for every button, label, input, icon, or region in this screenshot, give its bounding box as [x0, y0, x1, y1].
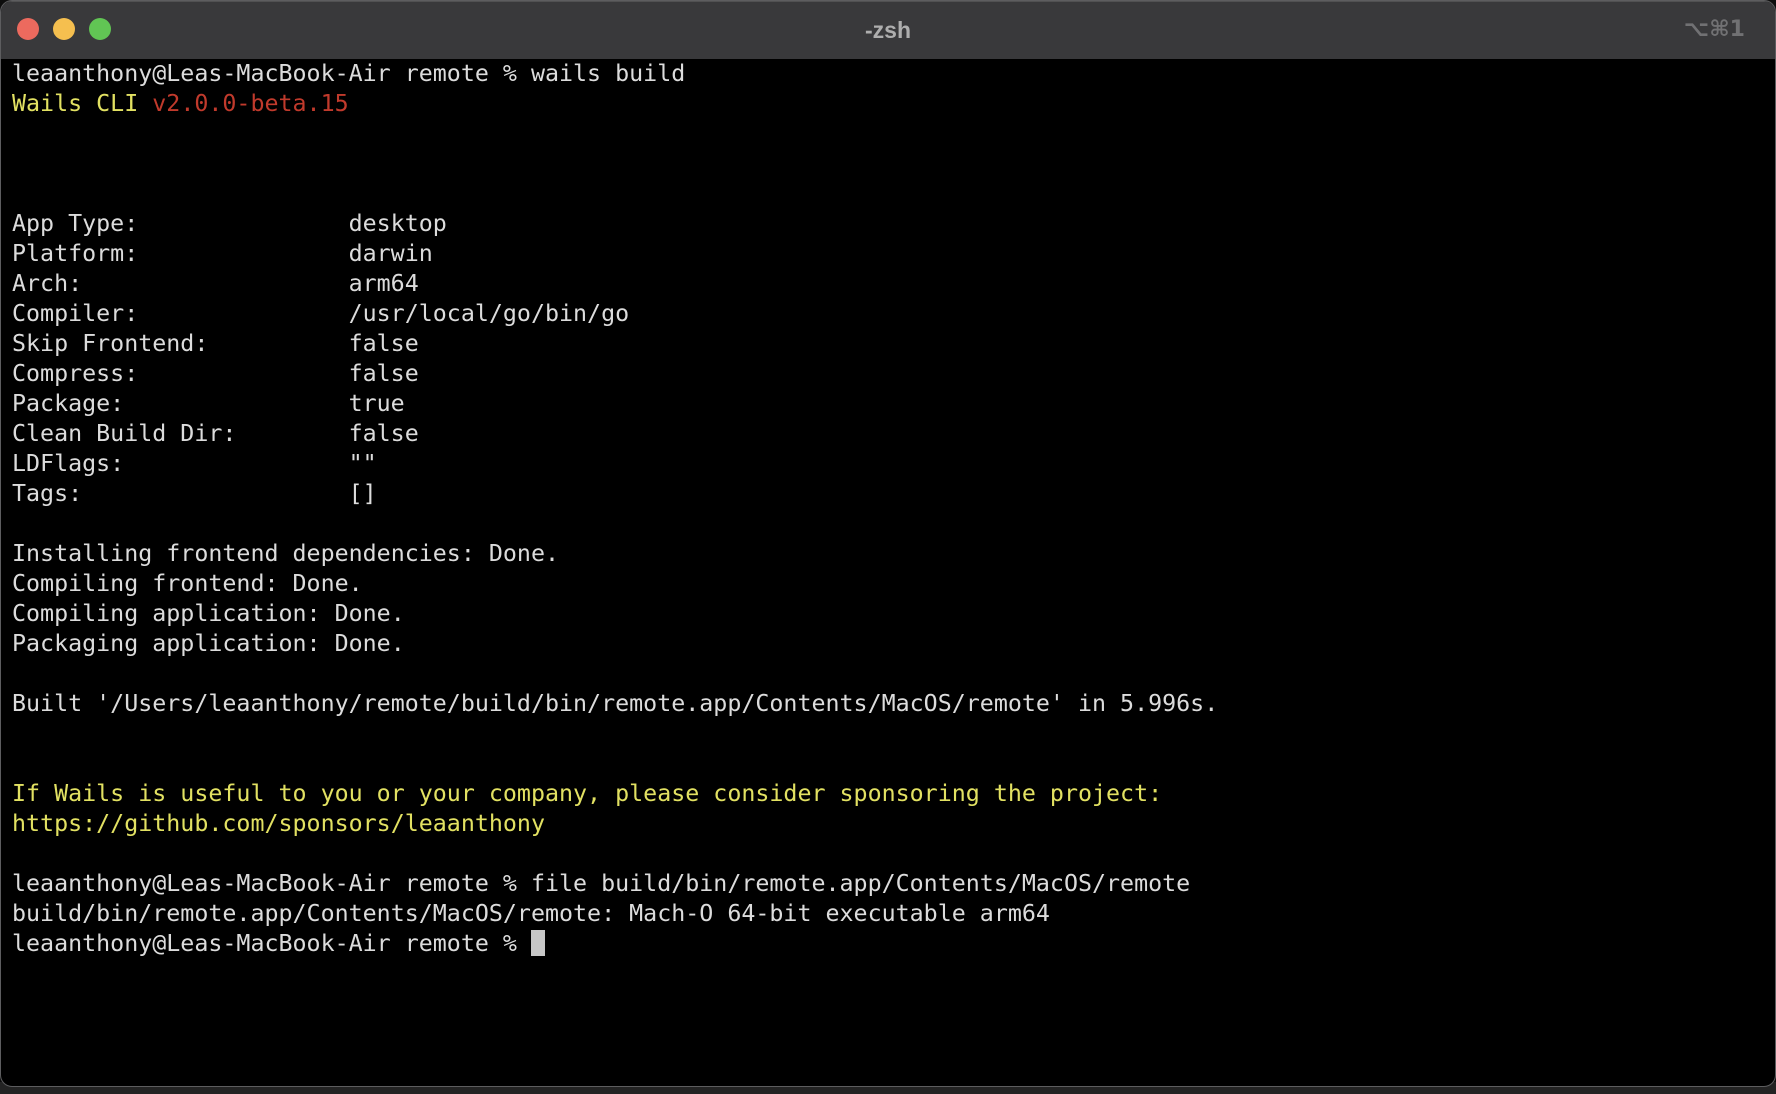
desktop-background: -zsh ⌥⌘1 leaanthony@Leas-MacBook-Air rem…: [0, 0, 1776, 1094]
titlebar[interactable]: -zsh ⌥⌘1: [1, 1, 1775, 59]
window-title: -zsh: [1, 1, 1775, 59]
terminal-text: Installing frontend dependencies: Done.: [12, 540, 559, 567]
terminal-line: Wails CLI v2.0.0-beta.15: [12, 89, 1775, 119]
terminal-line: [12, 659, 1775, 689]
config-label: Arch:: [12, 269, 349, 299]
terminal-line: LDFlags:"": [12, 449, 1775, 479]
terminal-line: Platform:darwin: [12, 239, 1775, 269]
terminal-line: build/bin/remote.app/Contents/MacOS/remo…: [12, 899, 1775, 929]
terminal-text: Wails CLI: [12, 90, 152, 117]
config-label: Skip Frontend:: [12, 329, 349, 359]
terminal-line: leaanthony@Leas-MacBook-Air remote %: [12, 929, 1775, 959]
terminal-line: Compiler:/usr/local/go/bin/go: [12, 299, 1775, 329]
terminal-text: https://github.com/sponsors/leaanthony: [12, 810, 545, 837]
config-value: false: [349, 420, 419, 447]
terminal-line: [12, 839, 1775, 869]
terminal-line: [12, 179, 1775, 209]
config-label: Compiler:: [12, 299, 349, 329]
terminal-line: Arch:arm64: [12, 269, 1775, 299]
terminal-line: Built '/Users/leaanthony/remote/build/bi…: [12, 689, 1775, 719]
config-value: []: [349, 480, 377, 507]
config-label: Platform:: [12, 239, 349, 269]
config-value: true: [349, 390, 405, 417]
terminal-line: Clean Build Dir:false: [12, 419, 1775, 449]
config-value: /usr/local/go/bin/go: [349, 300, 630, 327]
terminal-line: [12, 149, 1775, 179]
terminal-line: https://github.com/sponsors/leaanthony: [12, 809, 1775, 839]
terminal-line: leaanthony@Leas-MacBook-Air remote % wai…: [12, 59, 1775, 89]
terminal-line: Skip Frontend:false: [12, 329, 1775, 359]
config-value: "": [349, 450, 377, 477]
terminal-text: leaanthony@Leas-MacBook-Air remote %: [12, 930, 531, 957]
terminal-line: Installing frontend dependencies: Done.: [12, 539, 1775, 569]
terminal-line: [12, 509, 1775, 539]
config-label: Package:: [12, 389, 349, 419]
config-label: Clean Build Dir:: [12, 419, 349, 449]
config-value: arm64: [349, 270, 419, 297]
terminal-text: If Wails is useful to you or your compan…: [12, 780, 1162, 807]
terminal-line: Compress:false: [12, 359, 1775, 389]
terminal-line: If Wails is useful to you or your compan…: [12, 779, 1775, 809]
terminal-text: Compiling frontend: Done.: [12, 570, 363, 597]
config-label: Compress:: [12, 359, 349, 389]
config-label: LDFlags:: [12, 449, 349, 479]
config-value: desktop: [349, 210, 447, 237]
terminal-text: v2.0.0-beta.15: [152, 90, 348, 117]
terminal-line: Compiling application: Done.: [12, 599, 1775, 629]
terminal-window: -zsh ⌥⌘1 leaanthony@Leas-MacBook-Air rem…: [0, 0, 1776, 1087]
config-value: false: [349, 360, 419, 387]
terminal-line: leaanthony@Leas-MacBook-Air remote % fil…: [12, 869, 1775, 899]
terminal-line: App Type:desktop: [12, 209, 1775, 239]
terminal-text: Built '/Users/leaanthony/remote/build/bi…: [12, 690, 1218, 717]
terminal-line: [12, 719, 1775, 749]
terminal-text: build/bin/remote.app/Contents/MacOS/remo…: [12, 900, 1050, 927]
config-value: darwin: [349, 240, 433, 267]
terminal-line: Compiling frontend: Done.: [12, 569, 1775, 599]
terminal-line: [12, 749, 1775, 779]
terminal-line: Package:true: [12, 389, 1775, 419]
terminal-screen[interactable]: leaanthony@Leas-MacBook-Air remote % wai…: [1, 59, 1775, 959]
terminal-line: Tags:[]: [12, 479, 1775, 509]
keyboard-shortcut-badge: ⌥⌘1: [1684, 1, 1745, 59]
config-value: false: [349, 330, 419, 357]
terminal-cursor: [531, 930, 545, 956]
config-label: Tags:: [12, 479, 349, 509]
terminal-text: Packaging application: Done.: [12, 630, 405, 657]
terminal-line: [12, 119, 1775, 149]
terminal-text: Compiling application: Done.: [12, 600, 405, 627]
terminal-text: leaanthony@Leas-MacBook-Air remote % wai…: [12, 60, 685, 87]
terminal-text: leaanthony@Leas-MacBook-Air remote % fil…: [12, 870, 1190, 897]
terminal-line: Packaging application: Done.: [12, 629, 1775, 659]
config-label: App Type:: [12, 209, 349, 239]
